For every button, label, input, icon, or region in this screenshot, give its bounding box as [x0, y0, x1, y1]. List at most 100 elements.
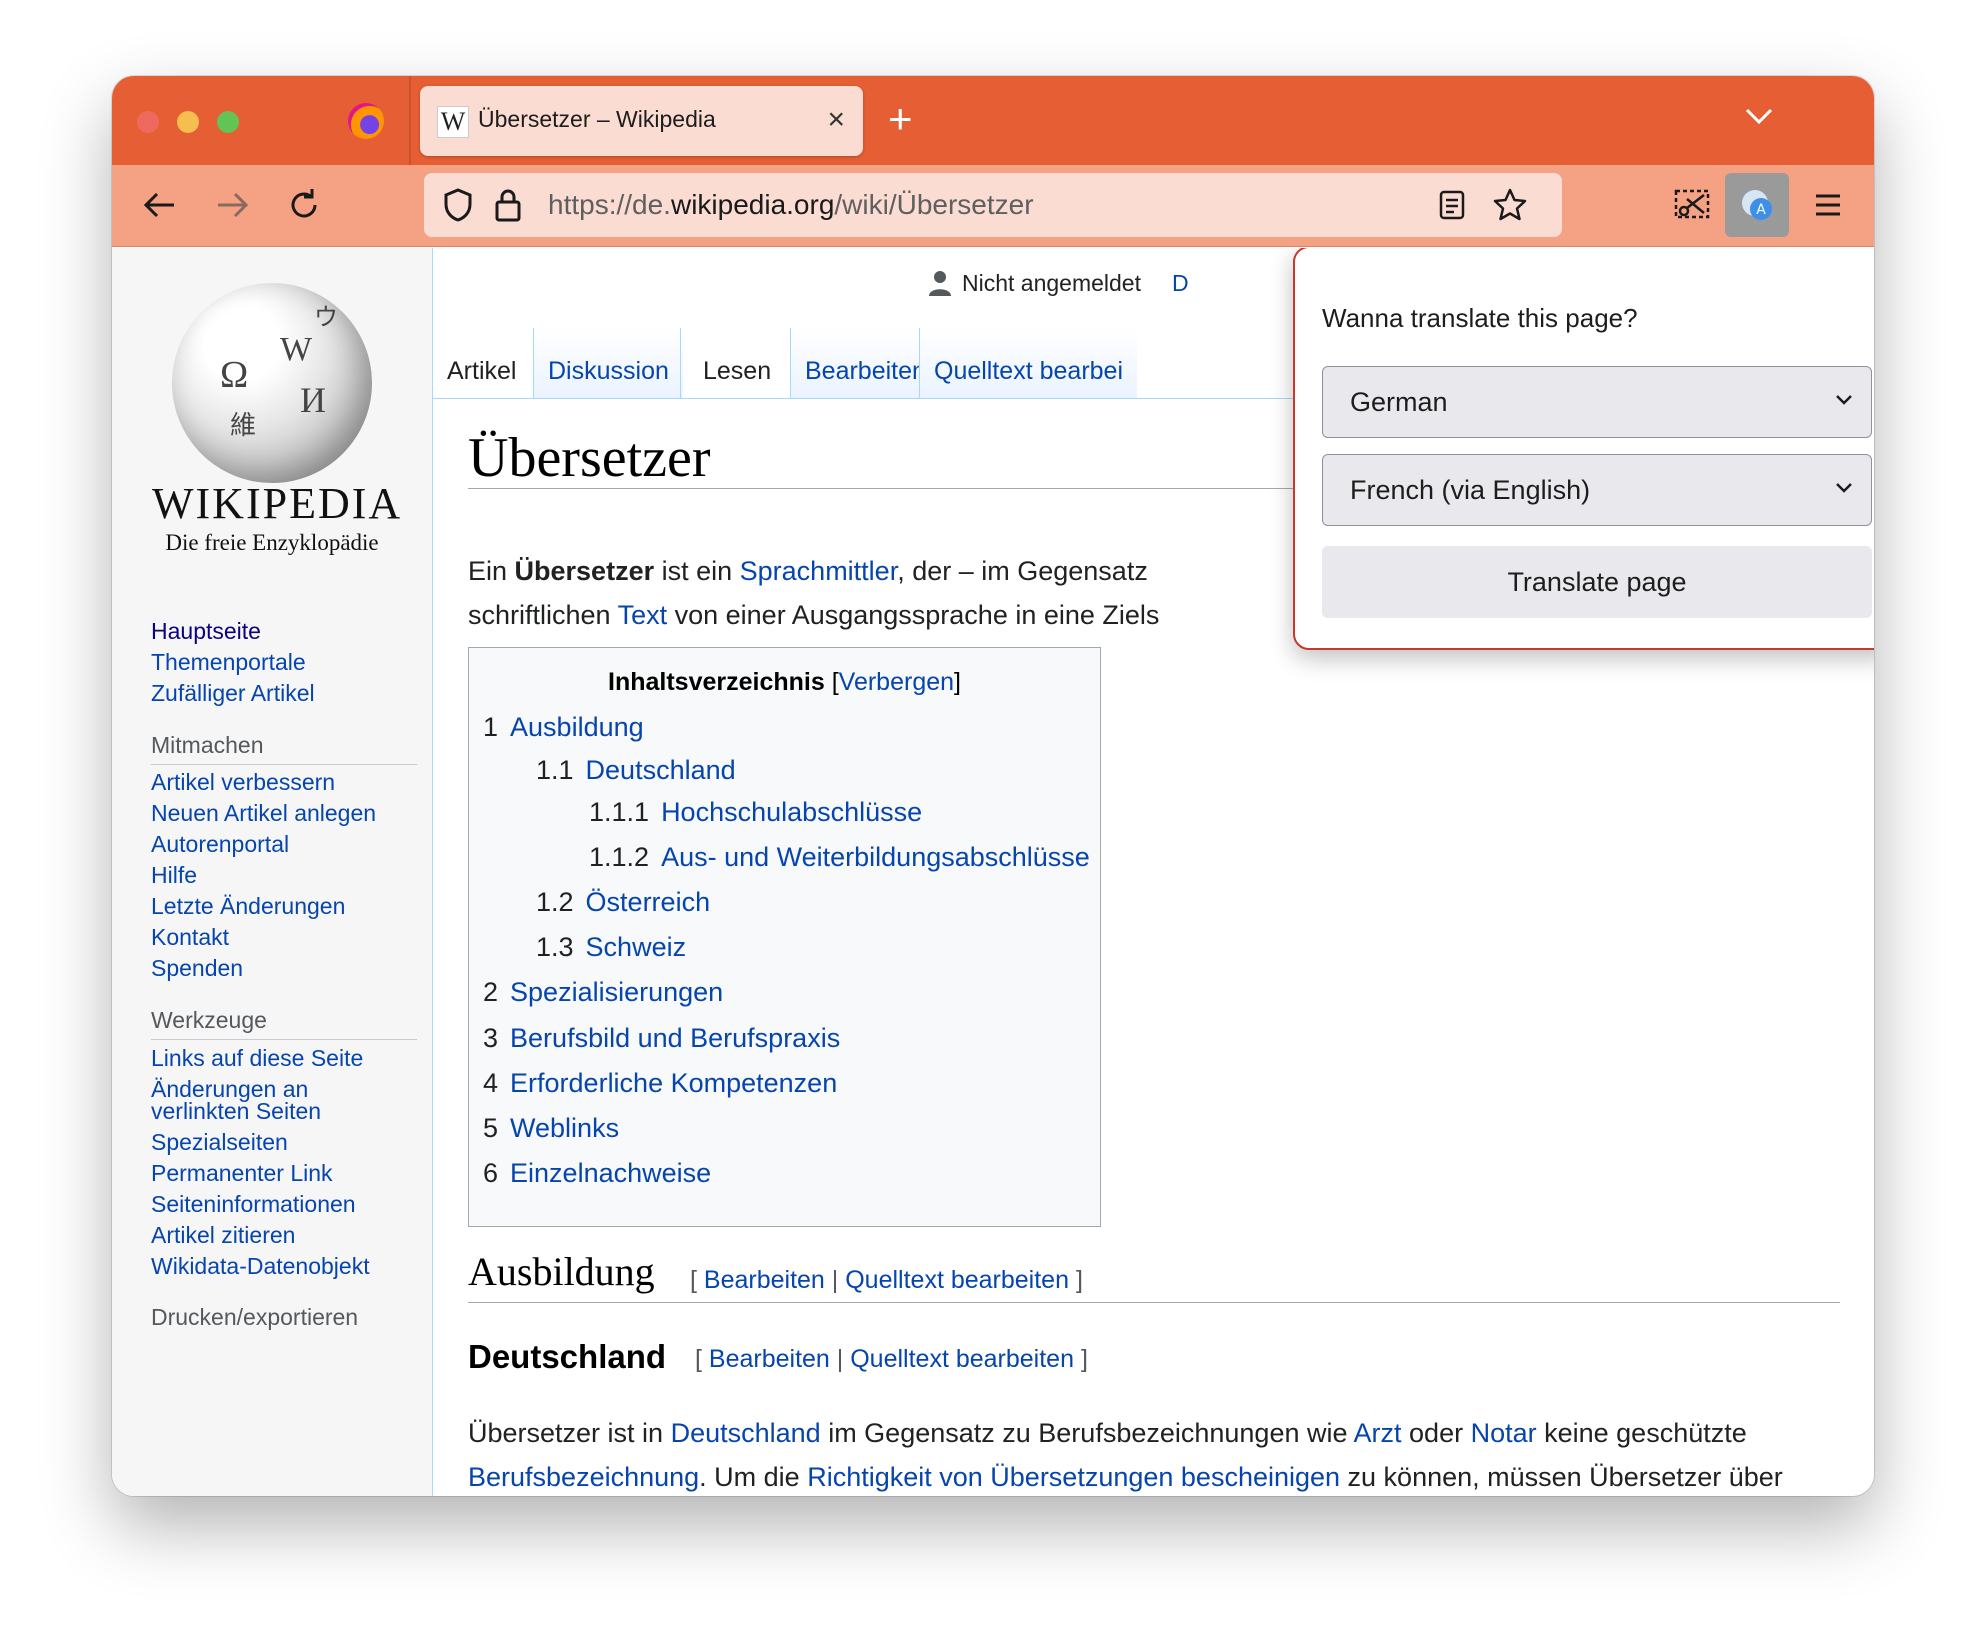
toc-link[interactable]: Ausbildung: [510, 712, 644, 742]
lock-icon[interactable]: [494, 187, 522, 228]
link-richtigkeit[interactable]: Richtigkeit von Übersetzungen bescheinig…: [807, 1462, 1340, 1492]
sidebar-item-artikel-zitieren[interactable]: Artikel zitieren: [151, 1222, 295, 1249]
reload-icon[interactable]: [284, 185, 324, 225]
close-tab-icon[interactable]: ×: [827, 100, 845, 140]
tab-separator: [409, 76, 411, 165]
tab-diskussion[interactable]: Diskussion: [534, 328, 683, 398]
sidebar-heading-mitmachen[interactable]: Mitmachen: [151, 732, 263, 759]
toc-number: 1: [483, 712, 499, 742]
forward-arrow-icon[interactable]: [212, 185, 252, 225]
edit-section-link[interactable]: Bearbeiten: [704, 1266, 825, 1294]
target-language-select[interactable]: French (via English): [1322, 454, 1872, 526]
link-deutschland[interactable]: Deutschland: [671, 1418, 821, 1448]
tab-quelltext-bearbeiten[interactable]: Quelltext bearbei: [920, 328, 1138, 398]
sidebar-item-verlinkte-seiten[interactable]: verlinkten Seiten: [151, 1098, 321, 1125]
link-arzt[interactable]: Arzt: [1354, 1418, 1402, 1448]
toc-item[interactable]: 4 Erforderliche Kompetenzen: [483, 1068, 837, 1099]
toc-link[interactable]: Hochschulabschlüsse: [661, 797, 922, 827]
bookmark-star-icon[interactable]: [1492, 187, 1528, 228]
sidebar-item-links-auf-diese-seite[interactable]: Links auf diese Seite: [151, 1045, 363, 1072]
toc-number: 1.3: [536, 932, 574, 962]
translate-page-button[interactable]: Translate page: [1322, 546, 1872, 618]
sidebar-item-kontakt[interactable]: Kontakt: [151, 924, 229, 951]
zoom-window-button[interactable]: [217, 111, 239, 133]
sidebar-item-spezialseiten[interactable]: Spezialseiten: [151, 1129, 288, 1156]
toc-item[interactable]: 1.1 Deutschland: [536, 755, 736, 786]
sidebar-item-hilfe[interactable]: Hilfe: [151, 862, 197, 889]
tab-separator: [680, 328, 681, 398]
toc-link[interactable]: Spezialisierungen: [510, 977, 723, 1007]
back-arrow-icon[interactable]: [140, 185, 180, 225]
sidebar-item-autorenportal[interactable]: Autorenportal: [151, 831, 289, 858]
url-domain: wikipedia.org: [670, 189, 835, 220]
wikipedia-globe-logo-icon[interactable]: Ω W И 維 ウ: [172, 283, 372, 483]
minimize-window-button[interactable]: [177, 111, 199, 133]
title-bar: W Übersetzer – Wikipedia × +: [112, 76, 1874, 165]
sidebar-item-hauptseite[interactable]: Hauptseite: [151, 618, 261, 645]
toc-toggle-link[interactable]: Verbergen: [839, 668, 954, 696]
screenshot-icon[interactable]: [1672, 187, 1712, 228]
edit-section-link[interactable]: Bearbeiten: [709, 1345, 830, 1373]
edit-subsection-links: [ Bearbeiten | Quelltext bearbeiten ]: [695, 1345, 1088, 1374]
sidebar-item-themenportale[interactable]: Themenportale: [151, 649, 306, 676]
toc-item[interactable]: 3 Berufsbild und Berufspraxis: [483, 1023, 840, 1054]
globe-i-glyph: И: [300, 380, 326, 420]
toc-item[interactable]: 1.1.2 Aus- und Weiterbildungsabschlüsse: [589, 842, 1090, 873]
sidebar-item-spenden[interactable]: Spenden: [151, 955, 243, 982]
text-span: ist ein: [654, 556, 740, 586]
link-text[interactable]: Text: [618, 600, 668, 630]
sidebar-heading-drucken[interactable]: Drucken/exportieren: [151, 1304, 358, 1331]
toc-link[interactable]: Berufsbild und Berufspraxis: [510, 1023, 840, 1053]
toc-item[interactable]: 1.3 Schweiz: [536, 932, 686, 963]
sidebar-item-wikidata[interactable]: Wikidata-Datenobjekt: [151, 1253, 370, 1280]
toc-item[interactable]: 2 Spezialisierungen: [483, 977, 723, 1008]
body-line-1: Übersetzer ist in Deutschland im Gegensa…: [468, 1418, 1747, 1449]
link-berufsbezeichnung[interactable]: Berufsbezeichnung: [468, 1462, 699, 1492]
sidebar-item-seiteninformationen[interactable]: Seiteninformationen: [151, 1191, 356, 1218]
sidebar-item-permanenter-link[interactable]: Permanenter Link: [151, 1160, 333, 1187]
toc-link[interactable]: Schweiz: [586, 932, 687, 962]
translate-extension-button[interactable]: A: [1725, 173, 1789, 237]
link-notar[interactable]: Notar: [1471, 1418, 1537, 1448]
toc-link[interactable]: Aus- und Weiterbildungsabschlüsse: [661, 842, 1090, 872]
toc-item[interactable]: 1.2 Österreich: [536, 887, 710, 918]
body-line-2: Berufsbezeichnung. Um die Richtigkeit vo…: [468, 1462, 1783, 1493]
sidebar-item-neuen-artikel[interactable]: Neuen Artikel anlegen: [151, 800, 376, 827]
reader-view-icon[interactable]: [1438, 189, 1466, 226]
sidebar-item-zufaelliger-artikel[interactable]: Zufälliger Artikel: [151, 680, 315, 707]
sidebar-heading-werkzeuge[interactable]: Werkzeuge: [151, 1007, 267, 1034]
close-window-button[interactable]: [137, 111, 159, 133]
toc-link[interactable]: Einzelnachweise: [510, 1158, 711, 1188]
tab-list-chevron-icon[interactable]: [1744, 106, 1774, 131]
new-tab-plus-icon[interactable]: +: [888, 94, 913, 144]
tab-bearbeiten[interactable]: Bearbeiten: [791, 328, 940, 398]
edit-source-link[interactable]: Quelltext bearbeiten: [850, 1345, 1074, 1373]
hamburger-menu-icon[interactable]: [1812, 189, 1844, 226]
navigation-toolbar: https://de.wikipedia.org/wiki/Übersetzer…: [112, 165, 1874, 247]
bold-term: Übersetzer: [514, 556, 655, 586]
sidebar-item-letzte-aenderungen[interactable]: Letzte Änderungen: [151, 893, 345, 920]
toc-number: 3: [483, 1023, 499, 1053]
tab-lesen[interactable]: Lesen: [689, 328, 786, 398]
wikipedia-wordmark[interactable]: WIKIPEDIA: [152, 478, 400, 529]
shield-icon[interactable]: [442, 187, 474, 228]
browser-tab-active[interactable]: W Übersetzer – Wikipedia ×: [420, 86, 863, 156]
toc-link[interactable]: Erforderliche Kompetenzen: [510, 1068, 837, 1098]
toc-link[interactable]: Weblinks: [510, 1113, 619, 1143]
link-sprachmittler[interactable]: Sprachmittler: [740, 556, 898, 586]
tab-artikel[interactable]: Artikel: [433, 328, 531, 398]
toc-item[interactable]: 6 Einzelnachweise: [483, 1158, 711, 1189]
edit-source-link[interactable]: Quelltext bearbeiten: [845, 1266, 1069, 1294]
toc-number: 2: [483, 977, 499, 1007]
source-language-select[interactable]: German: [1322, 366, 1872, 438]
toc-link[interactable]: Deutschland: [586, 755, 736, 785]
toc-item[interactable]: 1.1.1 Hochschulabschlüsse: [589, 797, 922, 828]
toc-item[interactable]: 1 Ausbildung: [483, 712, 644, 743]
toc-number: 4: [483, 1068, 499, 1098]
sidebar-item-artikel-verbessern[interactable]: Artikel verbessern: [151, 769, 335, 796]
url-text[interactable]: https://de.wikipedia.org/wiki/Übersetzer: [548, 189, 1034, 221]
toc-link[interactable]: Österreich: [586, 887, 711, 917]
url-bar[interactable]: https://de.wikipedia.org/wiki/Übersetzer: [424, 173, 1562, 237]
user-link-partial[interactable]: D: [1172, 270, 1189, 297]
toc-item[interactable]: 5 Weblinks: [483, 1113, 619, 1144]
